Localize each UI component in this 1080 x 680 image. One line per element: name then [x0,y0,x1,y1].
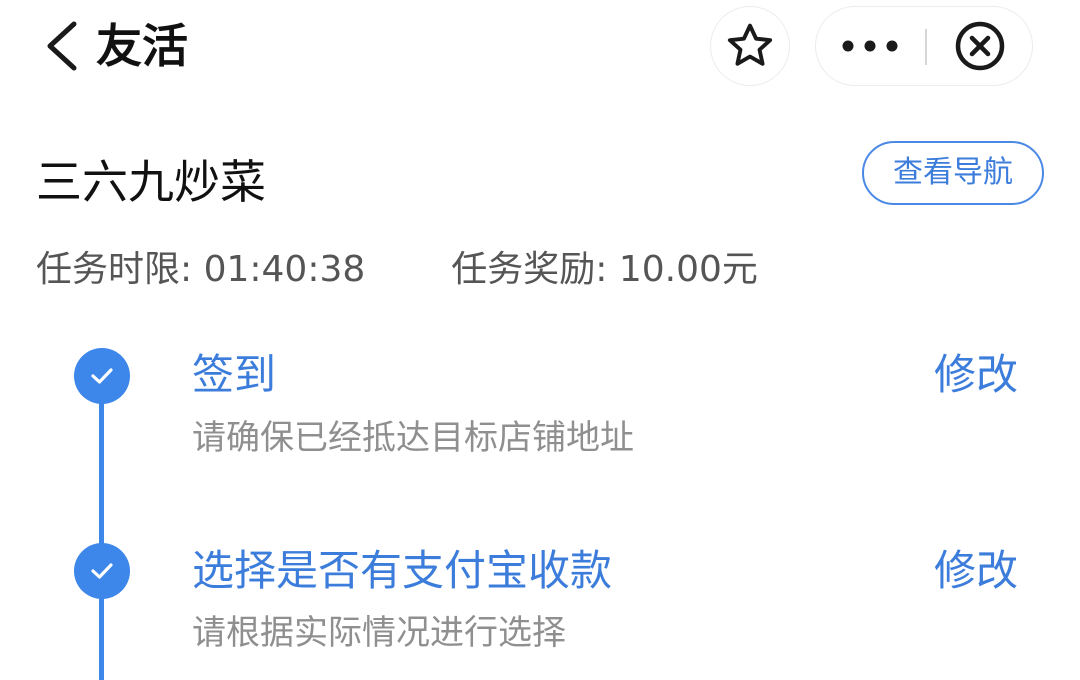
step-title: 签到 [192,350,277,399]
more-button[interactable] [816,7,924,85]
check-icon [91,368,113,384]
step-complete-indicator [74,348,130,404]
capsule-divider [925,29,927,65]
chevron-left-icon [47,21,77,71]
favorite-button[interactable] [710,6,790,86]
view-navigation-button[interactable]: 查看导航 [862,141,1044,205]
more-dots-icon [842,40,898,52]
app-title: 友活 [96,19,188,73]
step-description: 请根据实际情况进行选择 [192,613,566,653]
step-edit-button[interactable]: 修改 [934,346,1018,404]
task-reward: 任务奖励: 10.00元 [451,249,758,290]
title-bar: 友活 [0,0,1080,96]
check-icon [91,563,113,579]
close-button[interactable] [928,7,1032,85]
step-edit-button[interactable]: 修改 [934,542,1018,600]
star-icon [727,23,773,66]
back-button[interactable] [40,18,84,74]
close-circle-icon [955,21,1005,71]
timeline-line [99,376,104,680]
mini-program-capsule [815,6,1033,86]
step-description: 请确保已经抵达目标店铺地址 [192,418,634,458]
store-name: 三六九炒菜 [36,155,266,209]
step-title: 选择是否有支付宝收款 [192,546,613,595]
task-time-limit: 任务时限: 01:40:38 [36,249,366,290]
step-complete-indicator [74,543,130,599]
task-meta: 任务时限: 01:40:38 任务奖励: 10.00元 [36,244,758,296]
